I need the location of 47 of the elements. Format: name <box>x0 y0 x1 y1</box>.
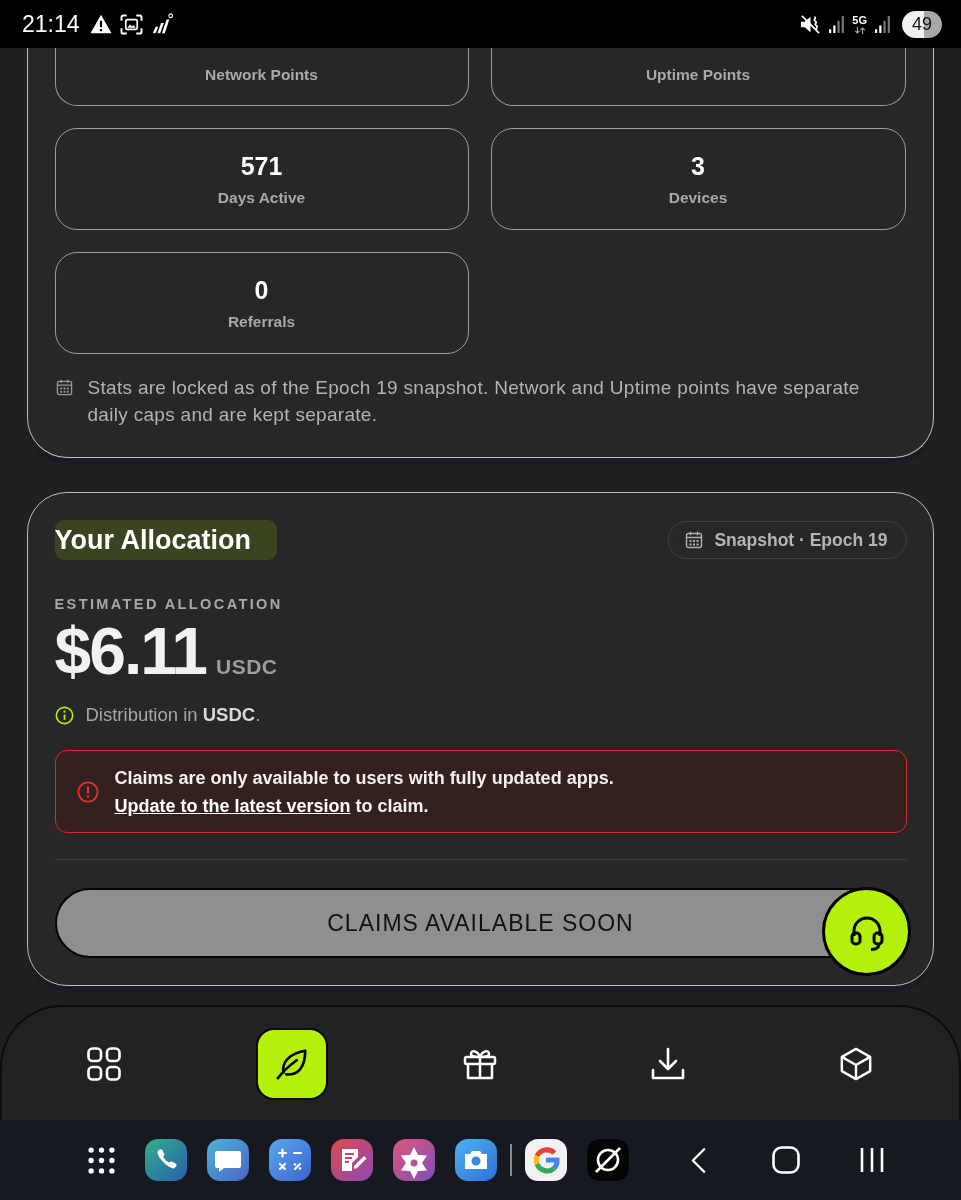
leaf-icon <box>275 1046 309 1081</box>
network-type: 5G <box>852 14 867 26</box>
calendar-icon <box>55 379 73 396</box>
allocation-amount: $6.11 <box>54 618 207 684</box>
data-arrows-icon <box>853 26 866 34</box>
stat-label: Devices <box>668 188 728 208</box>
section-title: Your Allocation <box>54 520 277 560</box>
alert-text: Claims are only available to users with fully updated apps. Update to the latest version to claim. <box>114 766 614 818</box>
grid-icon <box>87 1046 121 1081</box>
phone-icon[interactable] <box>145 1139 187 1181</box>
battery-indicator: 49 <box>902 10 942 38</box>
flower-icon[interactable] <box>393 1139 435 1181</box>
signal-strength-icon <box>829 15 845 33</box>
calculator-icon[interactable] <box>269 1139 311 1181</box>
stat-value: 3 <box>691 151 705 182</box>
recents-icon[interactable] <box>859 1147 884 1173</box>
app-drawer-icon[interactable] <box>88 1146 115 1174</box>
status-time: 21:14 <box>22 10 80 38</box>
cube-icon <box>839 1046 873 1081</box>
signal-bars-icon <box>150 13 173 35</box>
info-icon <box>54 705 74 725</box>
allocation-caption: ESTIMATED ALLOCATION <box>54 596 284 612</box>
currency-label: USDC <box>216 655 278 679</box>
warning-icon <box>89 14 112 34</box>
chat-bubble-icon[interactable] <box>207 1139 249 1181</box>
camera-icon[interactable] <box>455 1139 497 1181</box>
mute-icon <box>800 13 822 35</box>
stat-value: 0 <box>254 275 269 306</box>
download-icon <box>651 1046 685 1081</box>
calendar-icon <box>685 531 704 549</box>
distribution-text: Distribution in USDC. <box>85 704 261 726</box>
stat-label: Referrals <box>227 312 296 332</box>
update-link[interactable]: Update to the latest version <box>114 795 351 816</box>
g-logo-icon[interactable] <box>524 1139 567 1181</box>
alert-icon <box>76 780 99 803</box>
note-pencil-icon[interactable] <box>331 1139 373 1181</box>
stat-label: Uptime Points <box>645 65 751 85</box>
badge-text: Snapshot · Epoch 19 <box>714 529 888 551</box>
stat-label: Network Points <box>205 65 318 85</box>
stat-label: Days Active <box>217 188 306 208</box>
note-text: Stats are locked as of the Epoch 19 snapshot. Network and Uptime points have separate daily caps and are kept separate. <box>87 376 861 427</box>
home-icon[interactable] <box>771 1146 800 1174</box>
back-icon[interactable] <box>690 1146 706 1174</box>
stat-value: 571 <box>240 151 283 182</box>
screenshot-icon <box>119 13 143 35</box>
nav-button[interactable] <box>256 1027 328 1100</box>
signal-strength-icon <box>875 15 890 33</box>
